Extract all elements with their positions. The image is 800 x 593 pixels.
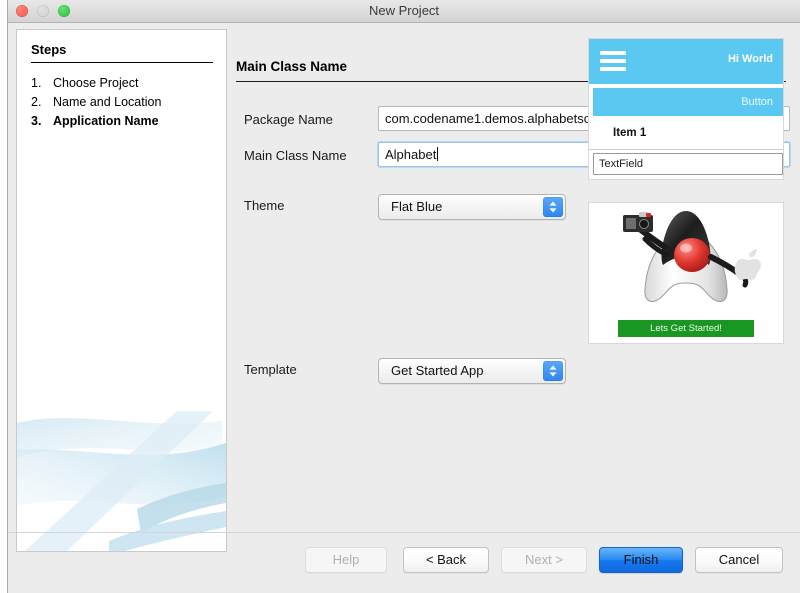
theme-preview-textfield: TextField (593, 153, 783, 175)
step-number: 1. (31, 74, 53, 92)
theme-select-value: Flat Blue (391, 199, 442, 214)
theme-preview-header: Hi World (589, 39, 783, 84)
theme-preview: Hi World Button Item 1 TextField (588, 38, 784, 180)
steps-panel: Steps 1. Choose Project 2. Name and Loca… (16, 29, 227, 552)
title-bar: New Project (8, 0, 800, 23)
main-class-name-value: Alphabet (385, 147, 436, 162)
back-button[interactable]: < Back (403, 547, 489, 573)
get-started-cta: Lets Get Started! (618, 320, 754, 337)
hamburger-icon (600, 51, 626, 75)
chevron-updown-icon[interactable] (543, 361, 563, 381)
step-item-1: 1. Choose Project (31, 74, 221, 92)
template-select-value: Get Started App (391, 363, 484, 378)
text-caret (437, 147, 438, 161)
theme-preview-button: Button (593, 88, 783, 116)
wizard-decoration-graphic (17, 391, 226, 551)
duke-mascot-icon (589, 203, 783, 315)
step-label: Name and Location (53, 93, 221, 111)
step-item-3: 3. Application Name (31, 112, 221, 130)
help-button[interactable]: Help (305, 547, 387, 573)
page-title: Main Class Name (236, 59, 347, 74)
template-label: Template (244, 362, 297, 377)
step-label: Application Name (53, 112, 221, 130)
next-button[interactable]: Next > (501, 547, 587, 573)
window-title: New Project (8, 0, 800, 22)
step-number: 3. (31, 112, 53, 130)
chevron-updown-icon[interactable] (543, 197, 563, 217)
finish-button[interactable]: Finish (599, 547, 683, 573)
step-number: 2. (31, 93, 53, 111)
theme-label: Theme (244, 198, 284, 213)
theme-select[interactable]: Flat Blue (378, 194, 566, 220)
package-name-label: Package Name (244, 112, 333, 127)
step-item-2: 2. Name and Location (31, 93, 221, 111)
template-select[interactable]: Get Started App (378, 358, 566, 384)
steps-title: Steps (31, 42, 66, 57)
new-project-dialog: New Project Steps 1. Choose Project 2. N… (8, 0, 800, 593)
background-editor-left-strip (0, 0, 8, 593)
steps-divider (31, 62, 213, 63)
cancel-button[interactable]: Cancel (695, 547, 783, 573)
main-class-name-label: Main Class Name (244, 148, 347, 163)
dialog-button-bar: Help < Back Next > Finish Cancel (8, 532, 800, 593)
theme-preview-item: Item 1 (589, 116, 783, 150)
theme-preview-title: Hi World (728, 53, 773, 65)
desktop-background: private void initComponents() { Form hi … (0, 0, 800, 593)
template-preview: Lets Get Started! (588, 202, 784, 344)
main-content-panel: Main Class Name Package Name com.codenam… (236, 29, 792, 533)
step-label: Choose Project (53, 74, 221, 92)
steps-list: 1. Choose Project 2. Name and Location 3… (31, 74, 221, 131)
